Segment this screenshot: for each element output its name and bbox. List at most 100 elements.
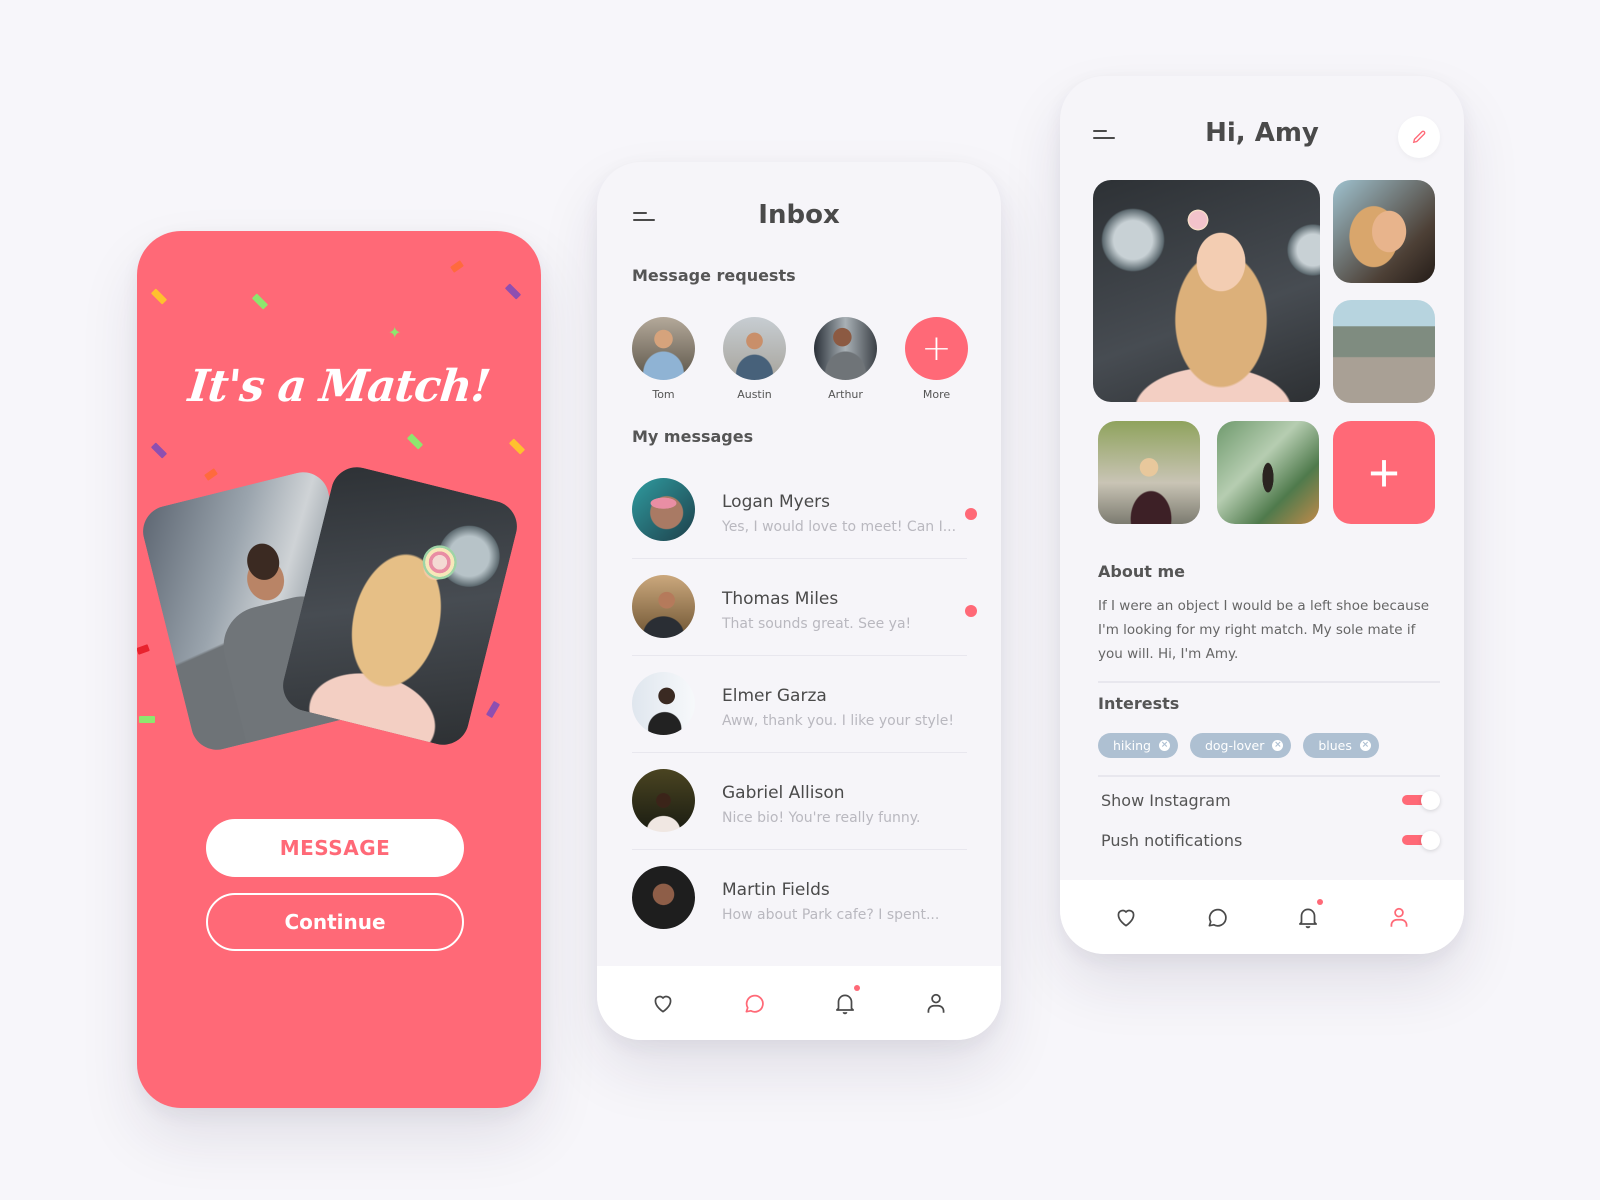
inbox-screen: Inbox Message requests Tom Austin Arthur… (597, 162, 1001, 1040)
chat-icon (1208, 908, 1227, 927)
remove-icon[interactable]: × (1359, 740, 1371, 751)
contact-name: Elmer Garza (722, 686, 827, 706)
notification-badge (853, 985, 860, 991)
tab-messages[interactable] (1202, 902, 1232, 932)
contact-name: Logan Myers (722, 492, 830, 512)
list-item[interactable]: Martin Fields How about Park cafe? I spe… (632, 850, 967, 947)
heart-icon (1117, 909, 1134, 927)
divider (1098, 775, 1440, 777)
profile-photo[interactable] (1333, 180, 1435, 283)
message-button[interactable]: MESSAGE (206, 819, 464, 877)
avatar (814, 317, 877, 380)
confetti (504, 283, 522, 300)
continue-button[interactable]: Continue (206, 893, 464, 951)
confetti (508, 438, 526, 455)
pencil-icon (1412, 130, 1426, 144)
tab-notifications[interactable] (830, 985, 860, 1018)
tab-matches[interactable] (648, 988, 678, 1018)
confetti (150, 288, 168, 305)
message-requests-list: Tom Austin Arthur + More (632, 317, 968, 401)
interest-chip[interactable]: dog-lover × (1189, 733, 1292, 758)
message-preview: Nice bio! You're really funny. (722, 810, 921, 826)
remove-icon[interactable]: × (1158, 740, 1170, 751)
chip-label: blues (1318, 738, 1352, 753)
add-photo-button[interactable]: + (1333, 421, 1435, 524)
interests-heading: Interests (1098, 694, 1180, 713)
request-name: Arthur (828, 388, 863, 401)
bell-icon (1298, 908, 1317, 929)
match-title: It's a Match! (185, 361, 493, 412)
match-screen: ✦ It's a Match! MESSAGE Continue (137, 231, 541, 1108)
tab-profile[interactable] (1384, 902, 1414, 932)
interest-chip[interactable]: hiking × (1098, 733, 1178, 758)
chip-label: hiking (1113, 738, 1151, 753)
bell-icon (835, 994, 854, 1015)
page-title: Inbox (758, 200, 840, 230)
edit-profile-button[interactable] (1398, 116, 1440, 158)
chat-icon (745, 994, 764, 1013)
setting-show-instagram: Show Instagram (1101, 788, 1440, 812)
profile-screen: Hi, Amy + About me If I were an object I… (1060, 76, 1464, 954)
confetti (450, 260, 464, 273)
interest-chip[interactable]: blues × (1303, 733, 1379, 758)
contact-name: Martin Fields (722, 880, 830, 900)
remove-icon[interactable]: × (1272, 740, 1284, 751)
contact-name: Thomas Miles (722, 589, 839, 609)
tab-bar (597, 966, 1001, 1040)
avatar (632, 866, 695, 929)
user-icon (927, 993, 944, 1013)
contact-name: Gabriel Allison (722, 783, 845, 803)
confetti (204, 468, 218, 481)
request-tom[interactable]: Tom (632, 317, 695, 401)
confetti (485, 700, 501, 719)
sparkle-icon: ✦ (388, 323, 402, 342)
tab-notifications[interactable] (1293, 899, 1323, 932)
about-me-text: If I were an object I would be a left sh… (1098, 598, 1430, 662)
heart-icon (654, 995, 671, 1013)
request-arthur[interactable]: Arthur (814, 317, 877, 401)
list-item[interactable]: Elmer Garza Aww, thank you. I like your … (632, 656, 967, 753)
unread-indicator (965, 508, 977, 520)
confetti (139, 716, 155, 723)
interests-list: hiking × dog-lover × blues × (1098, 733, 1379, 758)
setting-push-notifications: Push notifications (1101, 828, 1440, 852)
profile-photo[interactable] (1333, 300, 1435, 403)
profile-photo-main[interactable] (1093, 180, 1320, 402)
more-requests-button[interactable]: + More (905, 317, 968, 401)
message-preview: Aww, thank you. I like your style! (722, 713, 954, 729)
confetti (137, 644, 150, 655)
avatar (632, 672, 695, 735)
message-preview: How about Park cafe? I spent... (722, 907, 940, 923)
tab-messages[interactable] (739, 988, 769, 1018)
list-item[interactable]: Thomas Miles That sounds great. See ya! (632, 559, 977, 656)
request-name: Tom (652, 388, 675, 401)
avatar (632, 769, 695, 832)
profile-photo[interactable] (1098, 421, 1200, 524)
unread-indicator (965, 605, 977, 617)
user-icon (1390, 907, 1407, 927)
confetti (406, 433, 424, 450)
setting-label: Push notifications (1101, 830, 1243, 850)
tab-matches[interactable] (1111, 902, 1141, 932)
list-item[interactable]: Logan Myers Yes, I would love to meet! C… (632, 462, 977, 559)
request-name: Austin (737, 388, 772, 401)
about-me-heading: About me (1098, 562, 1185, 581)
tab-profile[interactable] (921, 988, 951, 1018)
my-messages-label: My messages (632, 427, 754, 446)
show-instagram-toggle[interactable] (1402, 791, 1440, 810)
message-preview: That sounds great. See ya! (722, 616, 912, 632)
message-preview: Yes, I would love to meet! Can I... (722, 519, 957, 535)
list-item[interactable]: Gabriel Allison Nice bio! You're really … (632, 753, 967, 850)
setting-label: Show Instagram (1101, 790, 1231, 810)
request-name: More (922, 388, 951, 401)
push-notifications-toggle[interactable] (1402, 831, 1440, 850)
confetti (251, 293, 269, 310)
request-austin[interactable]: Austin (723, 317, 786, 401)
profile-photo[interactable] (1217, 421, 1319, 524)
avatar (632, 478, 695, 541)
notification-badge (1316, 899, 1323, 905)
avatar (632, 575, 695, 638)
avatar (723, 317, 786, 380)
chip-label: dog-lover (1204, 738, 1265, 753)
avatar (632, 317, 695, 380)
